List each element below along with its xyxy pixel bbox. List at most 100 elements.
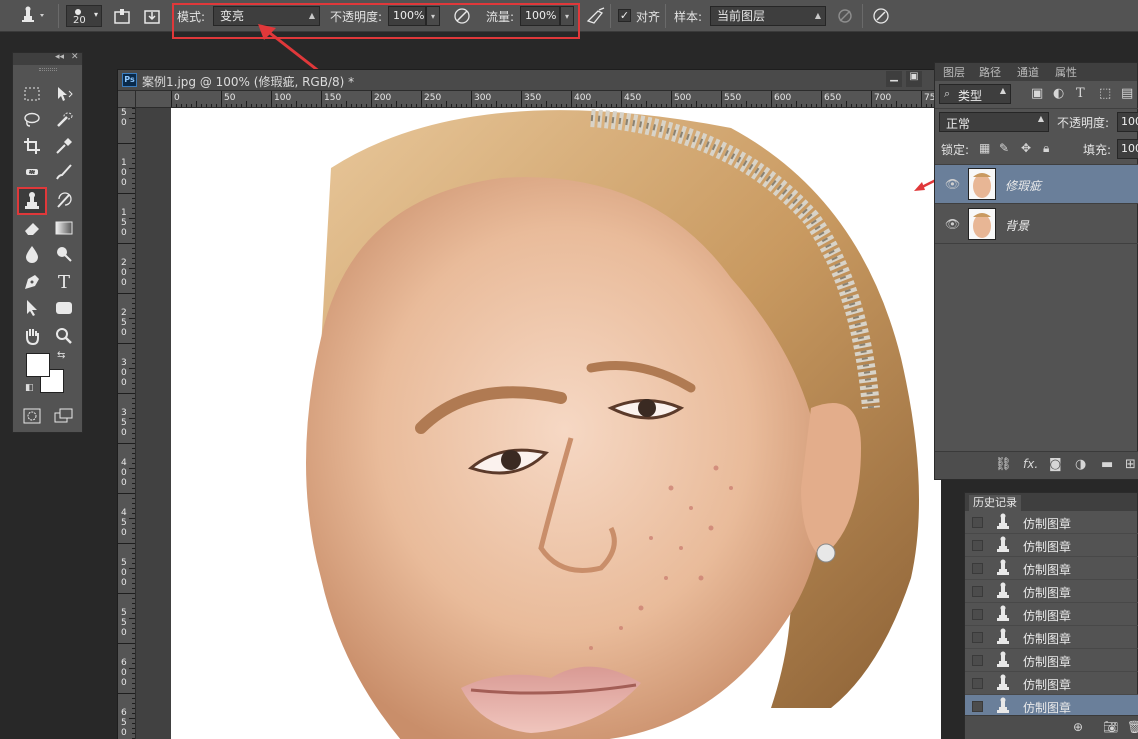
eraser-tool[interactable] — [21, 217, 43, 239]
portrait-photo[interactable] — [171, 108, 941, 739]
zoom-tool[interactable] — [53, 325, 75, 347]
tab-history[interactable]: 历史记录 — [969, 495, 1021, 511]
history-source-checkbox[interactable] — [972, 701, 983, 712]
grip-handle[interactable] — [39, 68, 57, 71]
filter-pixel-icon[interactable]: ▣ — [1031, 86, 1043, 101]
dodge-tool[interactable] — [53, 243, 75, 265]
history-item[interactable]: 仿制图章 — [965, 580, 1138, 603]
history-item[interactable]: 仿制图章 — [965, 534, 1138, 557]
shape-tool[interactable] — [53, 297, 75, 319]
quick-selection-tool[interactable] — [53, 109, 75, 131]
lock-all-icon[interactable]: 🔒︎ — [1043, 141, 1049, 156]
swap-colors-icon[interactable]: ⇆ — [57, 350, 65, 361]
vertical-ruler[interactable]: 50100150200250300350400450500550600650 — [118, 108, 136, 739]
minimize-icon[interactable]: ▁ — [886, 71, 902, 87]
pen-tool[interactable] — [21, 271, 43, 293]
history-item[interactable]: 仿制图章 — [965, 649, 1138, 672]
history-item[interactable]: 仿制图章 — [965, 626, 1138, 649]
history-item[interactable]: 仿制图章 — [965, 557, 1138, 580]
adjustment-icon[interactable]: ◑ — [1075, 457, 1086, 472]
flow-slider-button[interactable]: ▾ — [560, 6, 574, 26]
new-layer-icon[interactable]: ⊞ — [1125, 457, 1136, 472]
history-brush-tool[interactable] — [53, 189, 75, 211]
gradient-tool[interactable] — [53, 217, 75, 239]
pressure-size-button[interactable] — [870, 5, 892, 27]
filter-type-icon[interactable]: T — [1076, 86, 1085, 101]
blur-tool[interactable] — [21, 243, 43, 265]
collapse-icon[interactable]: ◂◂ — [55, 52, 64, 62]
tab-channels[interactable]: 通道 — [1013, 65, 1043, 81]
document-tab[interactable]: Ps 案例1.jpg @ 100% (修瑕疵, RGB/8) * ▁ ▣ — [118, 70, 939, 91]
pressure-opacity-button[interactable] — [450, 5, 474, 27]
move-tool[interactable] — [53, 83, 75, 105]
filter-adjustment-icon[interactable]: ◐ — [1053, 86, 1064, 101]
fx-icon[interactable]: fx. — [1023, 457, 1038, 471]
filter-smart-object-icon[interactable]: ▤ — [1121, 86, 1133, 101]
ruler-origin[interactable] — [118, 91, 136, 108]
sample-select[interactable]: 当前图层 ▲ — [710, 6, 826, 26]
link-icon[interactable]: ⛓︎ — [995, 457, 1012, 472]
tool-preset-picker[interactable] — [14, 5, 48, 27]
layer-row-retouch[interactable]: 👁︎ 修瑕疵 — [935, 165, 1138, 204]
ruler-tick-label: 0 — [121, 578, 127, 588]
layer-filter-select[interactable]: ⌕ 类型 ▲ — [939, 84, 1011, 104]
canvas-area[interactable] — [136, 108, 941, 739]
fill-input[interactable]: 100% — [1117, 139, 1138, 159]
filter-shape-icon[interactable]: ⬚ — [1099, 86, 1111, 101]
horizontal-ruler[interactable]: 0 50 100 150 200 250 300 350 400 450 500 550 600 650 7… — [136, 91, 941, 108]
visibility-eye-icon[interactable]: 👁︎ — [945, 217, 960, 231]
folder-icon[interactable]: ▬ — [1101, 457, 1113, 472]
lock-transparency-icon[interactable]: ▦ — [979, 141, 990, 155]
path-selection-tool[interactable] — [21, 297, 43, 319]
visibility-eye-icon[interactable]: 👁︎ — [945, 177, 960, 191]
quick-mask-button[interactable] — [21, 405, 43, 427]
history-source-checkbox[interactable] — [972, 609, 983, 620]
history-item[interactable]: 仿制图章 — [965, 672, 1138, 695]
layer-opacity-input[interactable]: 100% — [1117, 112, 1138, 132]
history-source-checkbox[interactable] — [972, 632, 983, 643]
history-source-checkbox[interactable] — [972, 678, 983, 689]
history-source-checkbox[interactable] — [972, 586, 983, 597]
screen-mode-button[interactable] — [53, 405, 75, 427]
toolbox-header[interactable]: ◂◂ ✕ — [13, 52, 82, 65]
maximize-icon[interactable]: ▣ — [906, 71, 922, 87]
opacity-slider-button[interactable]: ▾ — [426, 6, 440, 26]
clone-stamp-tool[interactable] — [17, 187, 47, 215]
opacity-input[interactable]: 100% — [388, 6, 426, 26]
brush-size-picker[interactable]: 20 ▾ — [66, 5, 102, 27]
default-colors-icon[interactable]: ◧ — [25, 383, 34, 393]
lasso-tool[interactable] — [21, 109, 43, 131]
airbrush-button[interactable] — [585, 5, 607, 27]
history-source-checkbox[interactable] — [972, 563, 983, 574]
mask-icon[interactable]: ◙ — [1049, 457, 1062, 472]
crop-tool[interactable] — [21, 135, 43, 157]
history-item[interactable]: 仿制图章 — [965, 603, 1138, 626]
foreground-color-swatch[interactable] — [26, 353, 50, 377]
flow-input[interactable]: 100% — [520, 6, 560, 26]
layer-row-background[interactable]: 👁︎ 背景 — [935, 205, 1138, 244]
new-document-from-state-icon[interactable]: ⊕ — [1073, 720, 1083, 734]
history-source-checkbox[interactable] — [972, 655, 983, 666]
marquee-tool[interactable] — [21, 83, 43, 105]
history-source-checkbox[interactable] — [972, 540, 983, 551]
close-icon[interactable]: ✕ — [71, 52, 79, 62]
blend-mode-select[interactable]: 正常 ▲ — [939, 112, 1049, 132]
type-tool[interactable]: T — [53, 271, 75, 293]
eyedropper-tool[interactable] — [53, 135, 75, 157]
lock-position-icon[interactable]: ✥ — [1021, 141, 1031, 155]
brush-tool[interactable] — [53, 161, 75, 183]
brush-panel-button[interactable] — [142, 5, 162, 27]
history-source-checkbox[interactable] — [972, 517, 983, 528]
delete-trash-icon[interactable]: 🗑︎ — [1127, 720, 1138, 734]
tab-layers[interactable]: 图层 — [939, 65, 969, 81]
lock-pixels-icon[interactable]: ✎ — [999, 141, 1009, 155]
snapshot-camera-icon[interactable]: 📷︎ — [1103, 720, 1118, 734]
aligned-checkbox[interactable]: ✓ — [618, 9, 631, 22]
ignore-adjustment-layers-button[interactable] — [834, 5, 856, 27]
history-item[interactable]: 仿制图章 — [965, 511, 1138, 534]
healing-brush-tool[interactable] — [21, 161, 43, 183]
tab-paths[interactable]: 路径 — [975, 65, 1005, 81]
hand-tool[interactable] — [21, 325, 43, 347]
tab-properties[interactable]: 属性 — [1051, 65, 1081, 81]
clone-source-panel-button[interactable] — [112, 5, 132, 27]
